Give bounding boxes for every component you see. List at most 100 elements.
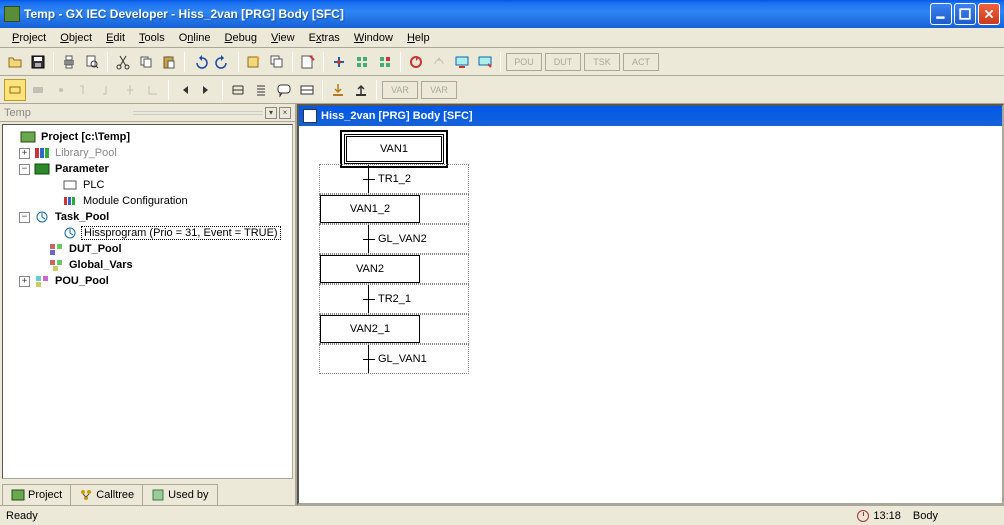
monitor-button[interactable] bbox=[451, 51, 473, 73]
status-mode: Body bbox=[913, 510, 938, 522]
comment-button[interactable] bbox=[273, 79, 295, 101]
sidebar-title: Temp bbox=[4, 107, 31, 119]
sfc-step-van1[interactable]: VAN1 bbox=[344, 134, 444, 164]
tree-dut[interactable]: DUT_Pool bbox=[67, 243, 124, 255]
sfc-step-van2-1[interactable]: VAN2_1 bbox=[319, 314, 469, 344]
print-button[interactable] bbox=[58, 51, 80, 73]
first-button[interactable] bbox=[173, 79, 195, 101]
expand-param[interactable]: − bbox=[19, 164, 30, 175]
check-button[interactable] bbox=[297, 51, 319, 73]
expand-task[interactable]: − bbox=[19, 212, 30, 223]
menu-object[interactable]: Object bbox=[54, 30, 98, 46]
workspace: Temp ▾ × Project [c:\Temp] + Library_Pool… bbox=[0, 104, 1004, 505]
transfer-button[interactable] bbox=[428, 51, 450, 73]
document-icon bbox=[303, 109, 317, 123]
preview-button[interactable] bbox=[81, 51, 103, 73]
sidebar-tabs: Project Calltree Used by bbox=[0, 481, 295, 505]
tab-usedby[interactable]: Used by bbox=[142, 484, 217, 505]
ladder-button[interactable] bbox=[227, 79, 249, 101]
tree-parameter[interactable]: Parameter bbox=[53, 163, 111, 175]
project-icon bbox=[20, 130, 36, 144]
sfc-trans1-button[interactable] bbox=[73, 79, 95, 101]
project-sidebar: Temp ▾ × Project [c:\Temp] + Library_Pool… bbox=[0, 104, 297, 505]
menu-edit[interactable]: Edit bbox=[100, 30, 131, 46]
sfc-trans-tr2-1[interactable]: TR2_1 bbox=[319, 284, 469, 314]
sfc-branch2-button[interactable] bbox=[142, 79, 164, 101]
pou-icon bbox=[34, 274, 50, 288]
editor-header[interactable]: Hiss_2van [PRG] Body [SFC] bbox=[299, 106, 1002, 126]
status-pou: POU bbox=[506, 53, 542, 71]
status-dut: DUT bbox=[545, 53, 581, 71]
cut-button[interactable] bbox=[112, 51, 134, 73]
tree-plc[interactable]: PLC bbox=[81, 179, 106, 191]
dut-icon bbox=[48, 242, 64, 256]
last-button[interactable] bbox=[196, 79, 218, 101]
tools1-button[interactable] bbox=[328, 51, 350, 73]
editor-panel: Hiss_2van [PRG] Body [SFC] VAN1 TR1_2 VA… bbox=[297, 104, 1004, 505]
rebuild-button[interactable] bbox=[374, 51, 396, 73]
sfc-canvas[interactable]: VAN1 TR1_2 VAN1_2 GL_VAN2 VAN2 TR2_1 VAN… bbox=[299, 126, 1002, 503]
var-box2: VAR bbox=[421, 81, 457, 99]
tree-library[interactable]: Library_Pool bbox=[53, 147, 119, 159]
editor-title: Hiss_2van [PRG] Body [SFC] bbox=[321, 110, 473, 122]
online-change-button[interactable] bbox=[405, 51, 427, 73]
close-button[interactable] bbox=[978, 3, 1000, 25]
sfc-step-van2[interactable]: VAN2 bbox=[319, 254, 469, 284]
sfc-branch1-button[interactable] bbox=[119, 79, 141, 101]
tree-global[interactable]: Global_Vars bbox=[67, 259, 135, 271]
menu-debug[interactable]: Debug bbox=[219, 30, 263, 46]
sfc-step-button[interactable] bbox=[4, 79, 26, 101]
stop-monitor-button[interactable] bbox=[474, 51, 496, 73]
expand-lib[interactable]: + bbox=[19, 148, 30, 159]
module-icon bbox=[62, 194, 78, 208]
maximize-button[interactable] bbox=[954, 3, 976, 25]
parameter-icon bbox=[34, 162, 50, 176]
tree-root[interactable]: Project [c:\Temp] bbox=[39, 131, 132, 143]
menubar: Project Object Edit Tools Online Debug V… bbox=[0, 28, 1004, 48]
tree-pou[interactable]: POU_Pool bbox=[53, 275, 111, 287]
menu-project[interactable]: Project bbox=[6, 30, 52, 46]
sidebar-close-button[interactable]: × bbox=[279, 107, 291, 119]
download-button[interactable] bbox=[327, 79, 349, 101]
sfc-trans-tr1-2[interactable]: TR1_2 bbox=[319, 164, 469, 194]
new-pou-button[interactable] bbox=[243, 51, 265, 73]
tree-hissprogram[interactable]: Hissprogram (Prio = 31, Event = TRUE) bbox=[81, 226, 281, 240]
minimize-button[interactable] bbox=[930, 3, 952, 25]
menu-view[interactable]: View bbox=[265, 30, 301, 46]
undo-button[interactable] bbox=[189, 51, 211, 73]
toolbar-sfc: VAR VAR bbox=[0, 76, 1004, 104]
list-button[interactable] bbox=[250, 79, 272, 101]
project-tree[interactable]: Project [c:\Temp] + Library_Pool − Paramet… bbox=[2, 124, 293, 479]
tree-taskpool[interactable]: Task_Pool bbox=[53, 211, 111, 223]
expand-pou[interactable]: + bbox=[19, 276, 30, 287]
window-title: Temp - GX IEC Developer - Hiss_2van [PRG… bbox=[24, 7, 930, 21]
menu-extras[interactable]: Extras bbox=[303, 30, 346, 46]
sidebar-pin-button[interactable]: ▾ bbox=[265, 107, 277, 119]
upload-button[interactable] bbox=[350, 79, 372, 101]
menu-help[interactable]: Help bbox=[401, 30, 436, 46]
paste-button[interactable] bbox=[158, 51, 180, 73]
var-box1: VAR bbox=[382, 81, 418, 99]
tab-calltree[interactable]: Calltree bbox=[70, 484, 143, 505]
open-button[interactable] bbox=[4, 51, 26, 73]
sfc-init-button[interactable] bbox=[27, 79, 49, 101]
sfc-trans-gl-van1[interactable]: GL_VAN1 bbox=[319, 344, 469, 374]
plc-icon bbox=[62, 178, 78, 192]
redo-button[interactable] bbox=[212, 51, 234, 73]
cascade-button[interactable] bbox=[266, 51, 288, 73]
menu-tools[interactable]: Tools bbox=[133, 30, 171, 46]
tree-modconf[interactable]: Module Configuration bbox=[81, 195, 190, 207]
sfc-trans2-button[interactable] bbox=[96, 79, 118, 101]
copy-button[interactable] bbox=[135, 51, 157, 73]
menu-window[interactable]: Window bbox=[348, 30, 399, 46]
save-button[interactable] bbox=[27, 51, 49, 73]
sfc-macro-button[interactable] bbox=[50, 79, 72, 101]
tab-project[interactable]: Project bbox=[2, 484, 71, 505]
build-button[interactable] bbox=[351, 51, 373, 73]
sfc-step-van1-2[interactable]: VAN1_2 bbox=[319, 194, 469, 224]
menu-online[interactable]: Online bbox=[173, 30, 217, 46]
library-icon bbox=[34, 146, 50, 160]
sfc-trans-gl-van2[interactable]: GL_VAN2 bbox=[319, 224, 469, 254]
network-button[interactable] bbox=[296, 79, 318, 101]
global-icon bbox=[48, 258, 64, 272]
